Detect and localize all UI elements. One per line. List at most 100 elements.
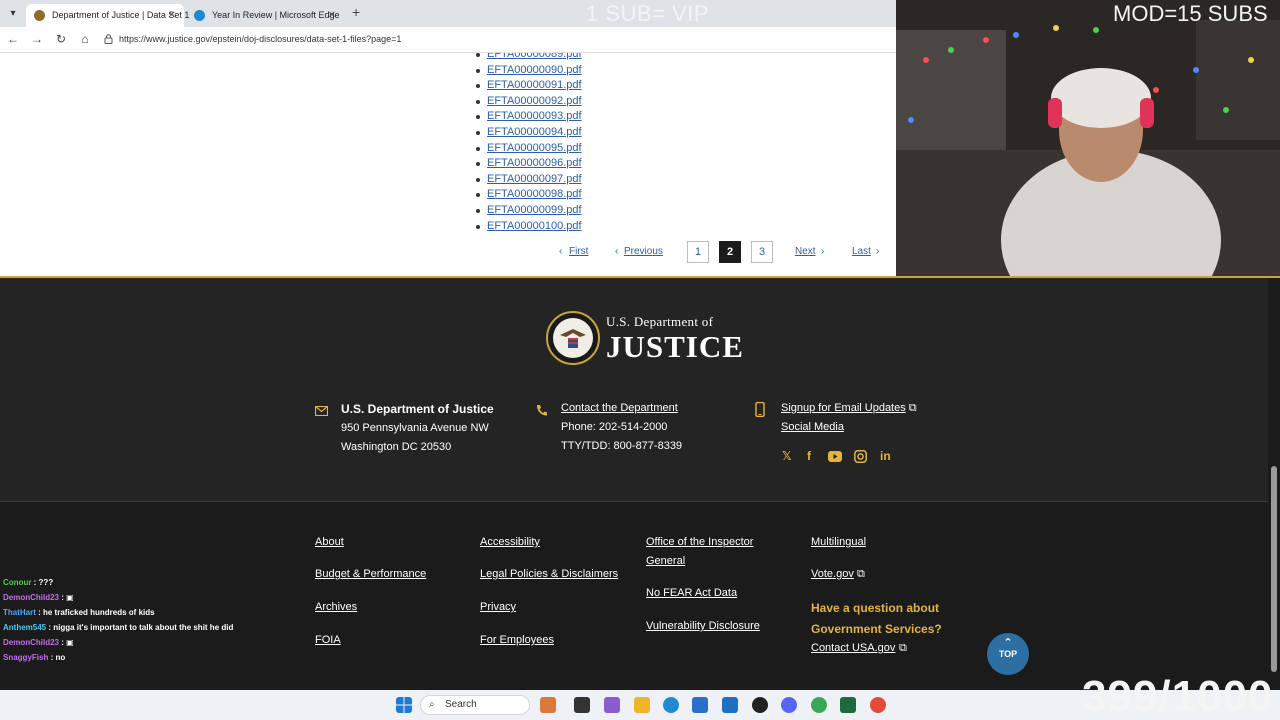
external-link-icon: ⧉: [899, 642, 907, 654]
footer-link-employees[interactable]: For Employees: [480, 631, 554, 650]
home-icon[interactable]: ⌂: [77, 32, 93, 46]
file-link[interactable]: EFTA00000091.pdf: [487, 79, 582, 91]
file-link[interactable]: EFTA00000099.pdf: [487, 204, 582, 216]
pager-previous-link[interactable]: Previous: [624, 241, 663, 263]
tab-year-in-review[interactable]: Year In Review | Microsoft Edge ✕: [186, 4, 344, 27]
outlook-icon[interactable]: [722, 697, 738, 713]
list-item: EFTA00000092.pdf: [476, 94, 582, 110]
footer-link-archives[interactable]: Archives: [315, 598, 357, 617]
browser-tab-bar: ▾ Department of Justice | Data Set 1 ✕ Y…: [0, 0, 896, 27]
footer-link-privacy[interactable]: Privacy: [480, 598, 516, 617]
list-item: EFTA00000090.pdf: [476, 63, 582, 79]
doj-seal-icon[interactable]: [546, 311, 600, 365]
top-label: TOP: [998, 649, 1018, 659]
file-link[interactable]: EFTA00000089.pdf: [487, 53, 582, 60]
close-tab-icon[interactable]: ✕: [168, 4, 176, 27]
chat-text: no: [55, 653, 66, 662]
footer-address: U.S. Department of Justice 950 Pennsylva…: [341, 400, 494, 457]
address-line1: 950 Pennsylvania Avenue NW: [341, 422, 489, 434]
chat-text: ▣: [66, 593, 74, 602]
obs-icon[interactable]: [752, 697, 768, 713]
contact-usa-link[interactable]: Contact USA.gov: [811, 639, 895, 658]
address-line2: Washington DC 20530: [341, 441, 452, 453]
pager-first-link[interactable]: First: [569, 241, 588, 263]
previous-chevron-icon: ‹: [615, 246, 619, 257]
chat-message: ThatHart : he traficked hundreds of kids: [3, 608, 155, 617]
footer-link-multilingual[interactable]: Multilingual: [811, 533, 866, 552]
overlay-sub-text: 1 SUB= VIP: [586, 1, 710, 26]
page-link-current[interactable]: 2: [719, 241, 741, 263]
back-icon[interactable]: ←: [5, 32, 21, 46]
doj-logo[interactable]: U.S. Department of JUSTICE: [606, 314, 744, 365]
chrome-icon[interactable]: [811, 697, 827, 713]
new-tab-icon[interactable]: +: [352, 4, 360, 20]
file-link[interactable]: EFTA00000097.pdf: [487, 173, 582, 185]
youtube-icon[interactable]: [828, 451, 842, 462]
footer-link-legal[interactable]: Legal Policies & Disclaimers: [480, 565, 618, 584]
email-updates-link[interactable]: Signup for Email Updates: [781, 402, 906, 414]
footer-link-budget[interactable]: Budget & Performance: [315, 565, 426, 584]
page-link-1[interactable]: 1: [687, 241, 709, 263]
tab-actions-icon[interactable]: ▾: [5, 6, 21, 22]
chat-username: ThatHart: [3, 608, 36, 617]
chat-text: ▣: [66, 638, 74, 647]
chat-message: SnaggyFish : no: [3, 653, 66, 662]
footer-link-about[interactable]: About: [315, 533, 344, 552]
footer-contact-section: [0, 278, 1280, 501]
taskbar-search-input[interactable]: ⌕ Search: [420, 695, 530, 715]
x-twitter-icon[interactable]: 𝕏: [782, 449, 792, 463]
footer-link-accessibility[interactable]: Accessibility: [480, 533, 540, 552]
file-link[interactable]: EFTA00000098.pdf: [487, 188, 582, 200]
edge-icon[interactable]: [663, 697, 679, 713]
social-media-link[interactable]: Social Media: [781, 421, 844, 433]
linkedin-icon[interactable]: in: [880, 449, 891, 463]
instagram-icon[interactable]: [854, 450, 867, 463]
tab-doj[interactable]: Department of Justice | Data Set 1 ✕: [26, 4, 189, 27]
sub-goal-counter: 399/1000: [1082, 672, 1274, 720]
footer-link-no-fear[interactable]: No FEAR Act Data: [646, 584, 737, 603]
url-input[interactable]: https://www.justice.gov/epstein/doj-disc…: [119, 34, 401, 44]
external-link-icon: ⧉: [857, 568, 865, 580]
chat-message: Anthem545 : nigga it's important to talk…: [3, 623, 234, 632]
list-item: EFTA00000094.pdf: [476, 125, 582, 141]
pager-last-link[interactable]: Last: [852, 241, 871, 263]
close-tab-icon[interactable]: ✕: [328, 4, 336, 27]
refresh-icon[interactable]: ↻: [53, 32, 69, 46]
footer-link-vulnerability[interactable]: Vulnerability Disclosure: [646, 617, 760, 636]
file-explorer-icon[interactable]: [634, 697, 650, 713]
spreadsheet-icon[interactable]: [840, 697, 856, 713]
file-link[interactable]: EFTA00000093.pdf: [487, 110, 582, 122]
footer-link-inspector-general[interactable]: Office of the Inspector General: [646, 533, 776, 571]
address-bar: ← → ↻ ⌂ https://www.justice.gov/epstein/…: [0, 27, 896, 53]
widgets-icon[interactable]: [540, 697, 556, 713]
file-link[interactable]: EFTA00000096.pdf: [487, 157, 582, 169]
question-line2: Government Services?: [811, 622, 942, 636]
task-view-icon[interactable]: [574, 697, 590, 713]
browser-icon[interactable]: [870, 697, 886, 713]
file-link[interactable]: EFTA00000100.pdf: [487, 220, 582, 232]
app-icon[interactable]: [604, 697, 620, 713]
list-item: EFTA00000097.pdf: [476, 172, 582, 188]
file-link[interactable]: EFTA00000095.pdf: [487, 142, 582, 154]
site-info-icon[interactable]: [104, 34, 113, 44]
windows-start-icon[interactable]: [396, 697, 412, 713]
edge-favicon-icon: [194, 10, 205, 21]
page-link-3[interactable]: 3: [751, 241, 773, 263]
mobile-icon: [755, 402, 765, 417]
pager-next-link[interactable]: Next: [795, 241, 816, 263]
facebook-icon[interactable]: f: [807, 449, 811, 463]
file-link[interactable]: EFTA00000092.pdf: [487, 95, 582, 107]
forward-icon[interactable]: →: [29, 32, 45, 46]
file-link[interactable]: EFTA00000090.pdf: [487, 64, 582, 76]
list-item: EFTA00000095.pdf: [476, 141, 582, 157]
contact-department-link[interactable]: Contact the Department: [561, 402, 678, 414]
file-link[interactable]: EFTA00000094.pdf: [487, 126, 582, 138]
list-item: EFTA00000100.pdf: [476, 219, 582, 235]
back-to-top-button[interactable]: ⌃ TOP: [987, 633, 1029, 675]
scrollbar-thumb[interactable]: [1271, 466, 1277, 672]
discord-icon[interactable]: [781, 697, 797, 713]
footer-link-foia[interactable]: FOIA: [315, 631, 341, 650]
footer-link-vote[interactable]: Vote.gov: [811, 565, 854, 584]
chat-message: DemonChild23 : ▣: [3, 593, 74, 602]
store-icon[interactable]: [692, 697, 708, 713]
